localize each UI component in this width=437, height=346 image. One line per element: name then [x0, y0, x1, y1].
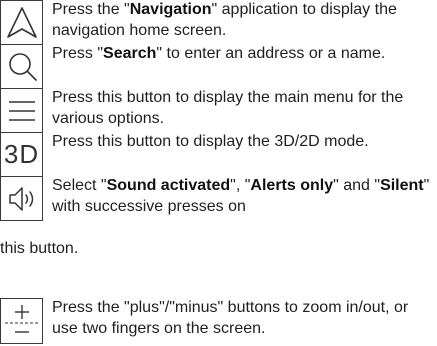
- text-run: Press this button to display the 3D/2D m…: [52, 133, 369, 150]
- entry-3d: 3D Press this button to display the 3D/2…: [0, 132, 437, 177]
- entry-zoom-text: Press the "plus"/"minus" buttons to zoom…: [52, 297, 437, 339]
- entry-sound-continuation: this button.: [0, 240, 79, 257]
- bold-text: Navigation: [129, 1, 212, 18]
- navigation-arrow-icon: [6, 6, 37, 38]
- entry-sound-text: Select "Sound activated", "Alerts only" …: [52, 175, 437, 217]
- entry-navigation-text: Press the "Navigation" application to di…: [52, 0, 437, 41]
- 3d-2d-button: 3D: [0, 132, 43, 177]
- entry-3d-text: Press this button to display the 3D/2D m…: [52, 131, 437, 152]
- entry-zoom: Press the "plus"/"minus" buttons to zoom…: [0, 298, 437, 346]
- bold-text: Silent: [380, 177, 424, 194]
- search-button: [0, 44, 43, 89]
- entry-sound: Select "Sound activated", "Alerts only" …: [0, 175, 437, 257]
- zoom-button: [0, 298, 43, 344]
- navigation-button: [0, 0, 43, 45]
- text-run: Press the ": [52, 1, 130, 18]
- search-icon: [8, 52, 37, 81]
- 3d-icon: 3D: [3, 139, 40, 169]
- manual-section: Press the "Navigation" application to di…: [0, 0, 437, 346]
- text-run: Select ": [52, 177, 107, 194]
- zoom-plus-minus-icon: [4, 305, 39, 333]
- entry-menu-text: Press this button to display the main me…: [52, 87, 437, 129]
- speaker-icon: [8, 186, 33, 211]
- text-run: " and ": [333, 177, 381, 194]
- text-run: Press the "plus"/"minus" buttons to zoom…: [52, 299, 409, 337]
- menu-button: [0, 88, 43, 133]
- bold-text: Alerts only: [250, 177, 334, 194]
- bold-text: Sound activated: [106, 177, 231, 194]
- entry-search-text: Press "Search" to enter an address or a …: [52, 43, 437, 64]
- entry-menu: Press this button to display the main me…: [0, 88, 437, 133]
- entry-search: Press "Search" to enter an address or a …: [0, 44, 437, 89]
- text-run: Press this button to display the main me…: [52, 89, 404, 127]
- menu-icon: [8, 100, 35, 121]
- sound-button: [0, 176, 43, 221]
- text-run: Press ": [52, 45, 104, 62]
- entry-navigation: Press the "Navigation" application to di…: [0, 0, 437, 45]
- text-run: " to enter an address or a name.: [156, 45, 386, 62]
- bold-text: Search: [103, 45, 157, 62]
- text-run: ", ": [230, 177, 251, 194]
